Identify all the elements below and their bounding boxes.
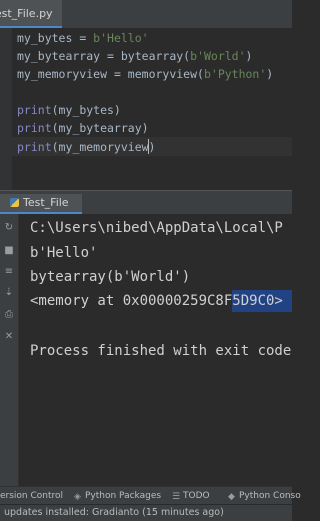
run-tab-label: Test_File: [23, 196, 69, 209]
todo-list-icon: ☰: [172, 492, 181, 502]
stop-icon[interactable]: ■: [3, 245, 15, 257]
run-tab-test-file[interactable]: Test_File: [0, 194, 82, 214]
tool-window-bar: ersion Control ◈ Python Packages ☰ TODO ◆ P…: [0, 486, 301, 505]
status-bar: updates installed: Gradianto (15 minutes…: [0, 504, 292, 521]
editor-tab-test-file[interactable]: Test_File.py: [0, 0, 62, 28]
console-line-bytes: b'Hello': [30, 245, 98, 261]
scroll-to-end-icon[interactable]: ⇣: [3, 287, 15, 299]
soft-wrap-icon[interactable]: ≡: [3, 266, 15, 278]
packages-icon: ◈: [74, 492, 81, 502]
editor-tab-label: Test_File.py: [0, 7, 53, 20]
clear-all-icon[interactable]: ✕: [3, 331, 15, 343]
python-packages-button[interactable]: ◈ Python Packages: [74, 487, 161, 505]
text-caret: [148, 139, 149, 154]
code-line-5: print(my_bytes): [17, 103, 121, 117]
console-line-bytearray: bytearray(b'World'): [30, 269, 191, 285]
code-line-7: print(my_memoryview): [17, 140, 156, 154]
code-line-3: my_memoryview = memoryview(b'Python'): [17, 67, 274, 81]
editor-gutter: [0, 28, 12, 190]
version-control-button[interactable]: ersion Control: [0, 487, 63, 505]
python-console-button[interactable]: ◆ Python Conso: [228, 487, 301, 505]
python-console-icon: ◆: [228, 492, 235, 502]
python-file-icon: [10, 198, 19, 207]
code-line-1: my_bytes = b'Hello': [17, 31, 149, 45]
code-line-2: my_bytearray = bytearray(b'World'): [17, 49, 253, 63]
console-line-process-finished: Process finished with exit code: [30, 343, 292, 359]
print-icon[interactable]: ⎙: [3, 309, 15, 321]
status-message[interactable]: updates installed: Gradianto (15 minutes…: [4, 507, 224, 518]
console-line-path: C:\Users\nibed\AppData\Local\P: [30, 220, 283, 236]
code-line-6: print(my_bytearray): [17, 121, 149, 135]
console-line-memoryview: <memory at 0x00000259C8F5D9C0>: [30, 293, 283, 309]
rerun-icon[interactable]: ↻: [3, 222, 15, 234]
todo-button[interactable]: ☰ TODO: [172, 487, 210, 505]
